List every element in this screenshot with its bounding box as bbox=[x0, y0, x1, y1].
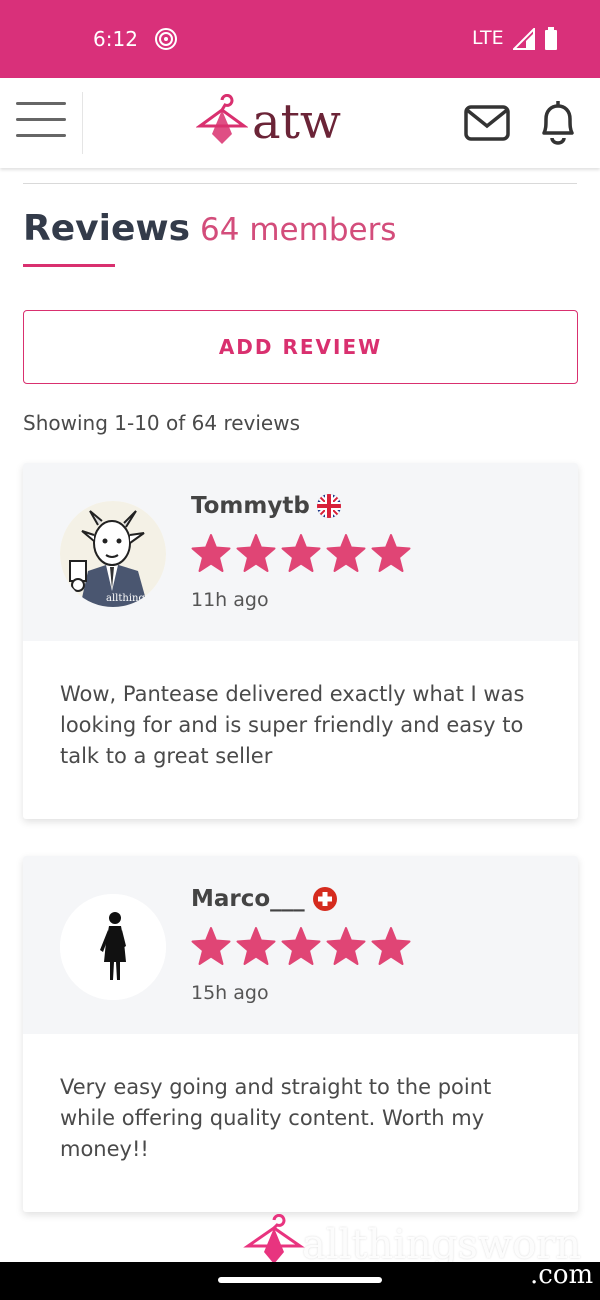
default-user-icon bbox=[60, 894, 166, 1000]
title-underline bbox=[23, 264, 115, 267]
notification-bell-icon[interactable] bbox=[536, 99, 580, 145]
status-time: 6:12 bbox=[93, 27, 138, 51]
app-header: atw bbox=[0, 78, 600, 168]
add-review-button[interactable]: ADD REVIEW bbox=[23, 310, 578, 384]
site-logo[interactable]: atw bbox=[196, 92, 341, 152]
star-icon bbox=[191, 534, 231, 572]
star-icon bbox=[281, 927, 321, 965]
star-icon bbox=[326, 927, 366, 965]
hamburger-menu-icon[interactable] bbox=[16, 102, 66, 142]
review-time: 11h ago bbox=[191, 589, 269, 611]
logo-text: atw bbox=[252, 94, 341, 150]
review-header: Marco___ 15h ago bbox=[23, 856, 578, 1034]
page-title: Reviews bbox=[23, 208, 191, 249]
hanger-logo-icon bbox=[196, 94, 248, 144]
rating-stars bbox=[191, 926, 416, 966]
watermark-suffix: .com bbox=[530, 1260, 594, 1290]
rating-stars bbox=[191, 533, 416, 573]
hotspot-icon bbox=[155, 28, 177, 50]
reviews-heading: Reviews 64 members bbox=[23, 208, 396, 249]
star-icon bbox=[326, 534, 366, 572]
star-icon bbox=[236, 927, 276, 965]
avatar[interactable]: allthings bbox=[60, 501, 166, 607]
goat-avatar-icon: allthings bbox=[60, 501, 166, 607]
svg-text:allthings: allthings bbox=[106, 593, 150, 604]
battery-icon bbox=[545, 27, 557, 50]
member-count: 64 members bbox=[200, 212, 397, 248]
review-text: Wow, Pantease delivered exactly what I w… bbox=[60, 682, 525, 768]
swiss-flag-icon bbox=[313, 887, 337, 911]
status-bar: 6:12 LTE bbox=[0, 0, 600, 78]
avatar[interactable] bbox=[60, 894, 166, 1000]
pagination-summary: Showing 1-10 of 64 reviews bbox=[23, 411, 301, 435]
star-icon bbox=[371, 927, 411, 965]
star-icon bbox=[281, 534, 321, 572]
section-divider bbox=[23, 183, 577, 184]
review-time: 15h ago bbox=[191, 982, 269, 1004]
network-type: LTE bbox=[472, 27, 504, 49]
header-divider bbox=[82, 92, 83, 154]
review-text: Very easy going and straight to the poin… bbox=[60, 1075, 492, 1161]
reviewer-name[interactable]: Marco___ bbox=[191, 886, 305, 912]
review-header: allthings Tommytb 11h ago bbox=[23, 463, 578, 641]
home-gesture-handle[interactable] bbox=[218, 1277, 382, 1283]
mail-icon[interactable] bbox=[463, 104, 511, 142]
reviewer-name[interactable]: Tommytb bbox=[191, 493, 310, 519]
star-icon bbox=[236, 534, 276, 572]
star-icon bbox=[371, 534, 411, 572]
review-card: allthings Tommytb 11h ago Wow, Pantease … bbox=[23, 463, 578, 819]
add-review-label: ADD REVIEW bbox=[218, 335, 383, 359]
uk-flag-icon bbox=[317, 494, 341, 518]
signal-icon bbox=[513, 28, 535, 50]
review-card: Marco___ 15h ago Very easy going and str… bbox=[23, 856, 578, 1212]
star-icon bbox=[191, 927, 231, 965]
